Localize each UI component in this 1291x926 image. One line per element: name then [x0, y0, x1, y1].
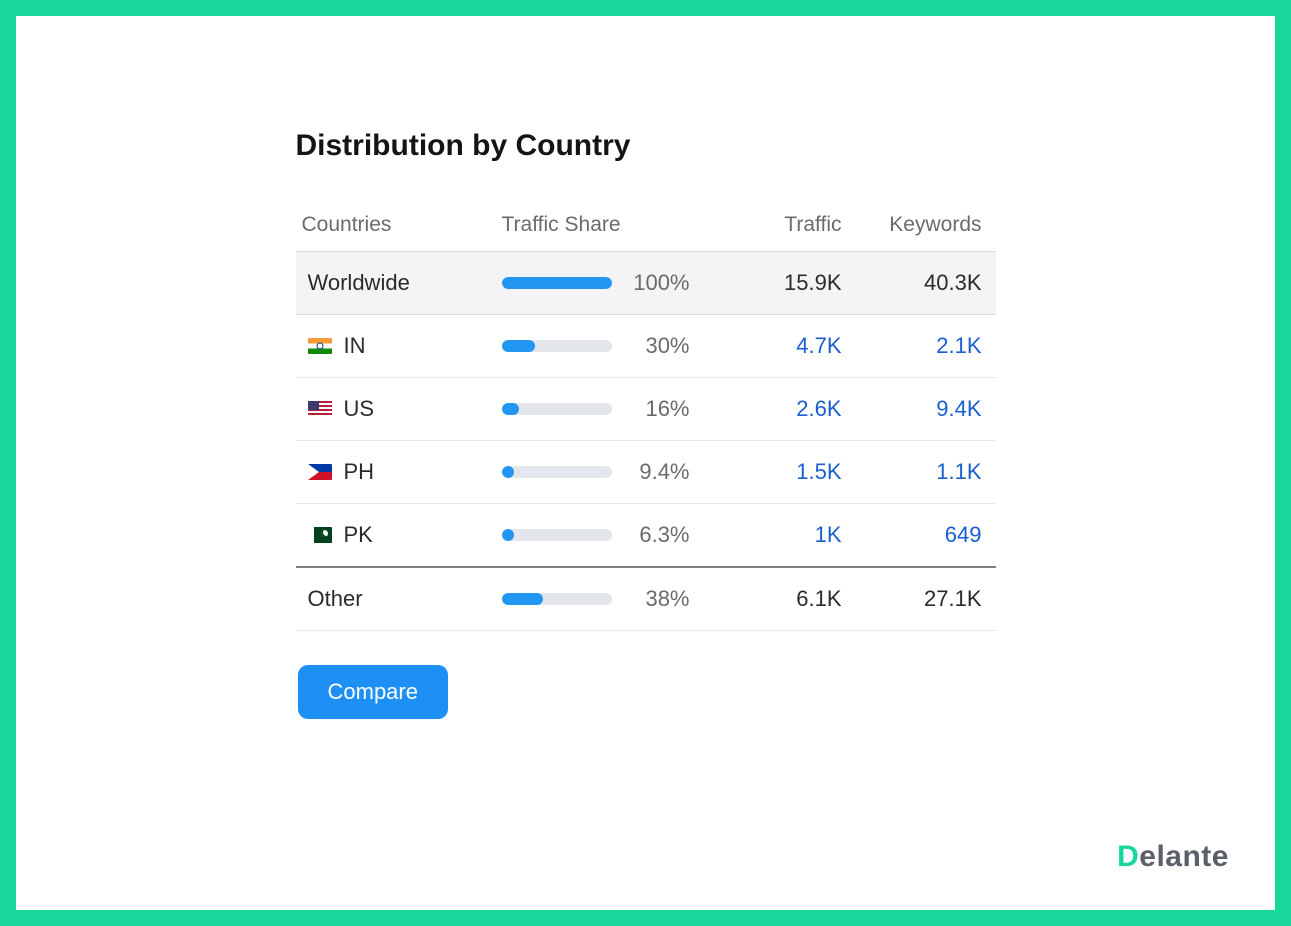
country-cell: IN	[302, 333, 502, 359]
country-label: PK	[344, 522, 373, 548]
share-bar-fill	[502, 340, 535, 352]
traffic-share-cell: 100%	[502, 270, 702, 296]
traffic-share-cell: 30%	[502, 333, 702, 359]
header-countries: Countries	[302, 213, 502, 237]
share-percent: 30%	[626, 333, 690, 359]
country-table: Countries Traffic Share Traffic Keywords…	[296, 203, 996, 631]
traffic-value[interactable]: 2.6K	[702, 396, 842, 422]
share-bar-fill	[502, 529, 514, 541]
traffic-share-cell: 9.4%	[502, 459, 702, 485]
ph-flag-icon	[308, 464, 332, 480]
share-bar	[502, 403, 612, 415]
table-row: Other 38% 6.1K27.1K	[296, 566, 996, 631]
keywords-value[interactable]: 9.4K	[842, 396, 982, 422]
compare-button[interactable]: Compare	[298, 665, 448, 719]
keywords-value: 40.3K	[842, 270, 982, 296]
header-traffic-share: Traffic Share	[502, 213, 702, 237]
traffic-share-cell: 16%	[502, 396, 702, 422]
traffic-share-cell: 6.3%	[502, 522, 702, 548]
country-cell: Worldwide	[302, 270, 502, 296]
traffic-value[interactable]: 1K	[702, 522, 842, 548]
country-label: PH	[344, 459, 375, 485]
country-cell: Other	[302, 586, 502, 612]
keywords-value[interactable]: 649	[842, 522, 982, 548]
header-keywords: Keywords	[842, 213, 982, 237]
country-label: IN	[344, 333, 366, 359]
share-bar	[502, 593, 612, 605]
share-bar-fill	[502, 403, 520, 415]
table-row: Worldwide 100% 15.9K40.3K	[296, 251, 996, 315]
in-flag-icon	[308, 338, 332, 354]
share-bar-fill	[502, 277, 612, 289]
traffic-value[interactable]: 1.5K	[702, 459, 842, 485]
keywords-value: 27.1K	[842, 586, 982, 612]
country-cell: PH	[302, 459, 502, 485]
brand-d: D	[1117, 840, 1139, 873]
header-traffic: Traffic	[702, 213, 842, 237]
country-label: US	[344, 396, 375, 422]
pk-flag-icon	[308, 527, 332, 543]
share-percent: 9.4%	[626, 459, 690, 485]
table-header: Countries Traffic Share Traffic Keywords	[296, 203, 996, 251]
share-bar	[502, 529, 612, 541]
share-percent: 6.3%	[626, 522, 690, 548]
share-bar	[502, 466, 612, 478]
keywords-value[interactable]: 2.1K	[842, 333, 982, 359]
table-row: PH 9.4% 1.5K1.1K	[296, 440, 996, 503]
traffic-value: 6.1K	[702, 586, 842, 612]
share-bar-fill	[502, 593, 544, 605]
table-row: PK 6.3% 1K649	[296, 503, 996, 566]
table-row: IN 30% 4.7K2.1K	[296, 315, 996, 377]
brand-logo: Delante	[1117, 840, 1229, 874]
traffic-value[interactable]: 4.7K	[702, 333, 842, 359]
share-bar	[502, 277, 612, 289]
country-label: Other	[308, 586, 363, 612]
country-cell: PK	[302, 522, 502, 548]
country-label: Worldwide	[308, 270, 410, 296]
us-flag-icon	[308, 401, 332, 417]
distribution-panel: Distribution by Country Countries Traffi…	[296, 129, 996, 719]
traffic-share-cell: 38%	[502, 586, 702, 612]
share-bar-fill	[502, 466, 514, 478]
table-row: US 16% 2.6K9.4K	[296, 377, 996, 440]
outer-frame: Distribution by Country Countries Traffi…	[0, 0, 1291, 926]
share-percent: 16%	[626, 396, 690, 422]
share-percent: 100%	[626, 270, 690, 296]
brand-rest: elante	[1139, 840, 1229, 873]
country-cell: US	[302, 396, 502, 422]
panel-title: Distribution by Country	[296, 129, 996, 163]
share-percent: 38%	[626, 586, 690, 612]
share-bar	[502, 340, 612, 352]
traffic-value: 15.9K	[702, 270, 842, 296]
inner-panel: Distribution by Country Countries Traffi…	[34, 34, 1257, 892]
keywords-value[interactable]: 1.1K	[842, 459, 982, 485]
